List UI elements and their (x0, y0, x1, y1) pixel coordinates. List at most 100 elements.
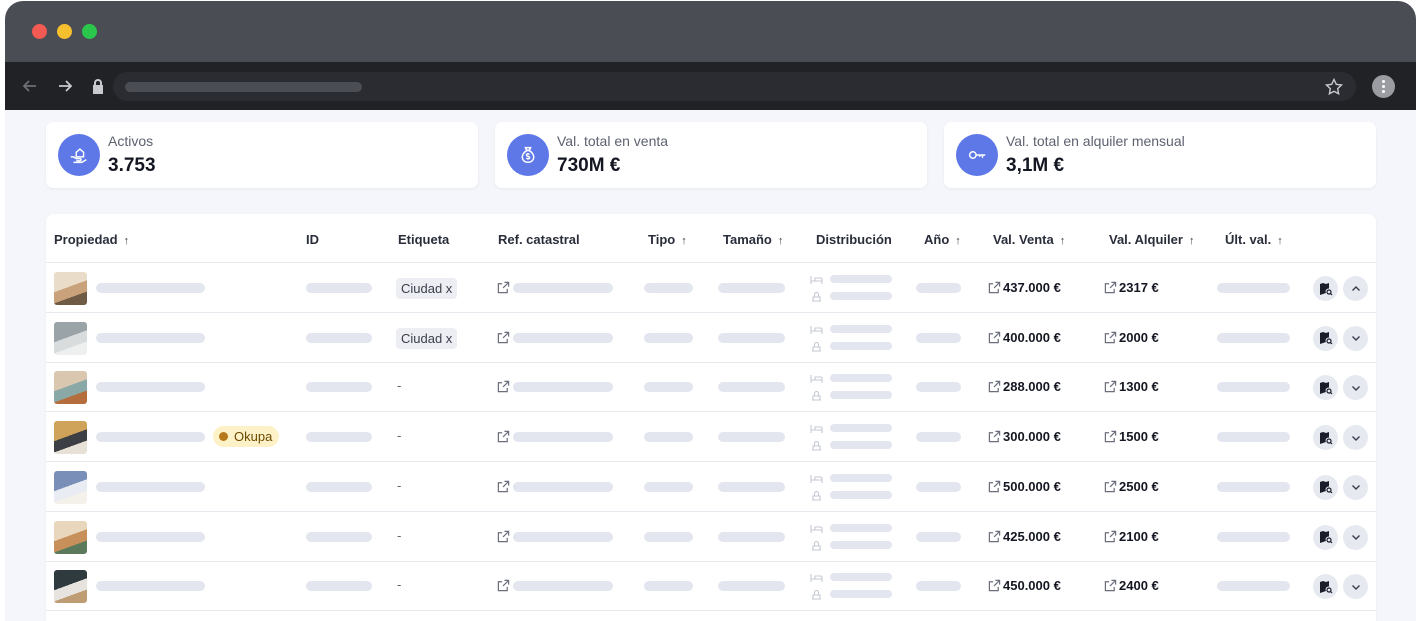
chevron-down-icon[interactable] (1343, 325, 1368, 351)
val-venta[interactable]: 500.000 € (988, 479, 1061, 494)
skeleton-ult-val (1217, 432, 1290, 443)
minimize-window-button[interactable] (57, 24, 72, 39)
map-search-button[interactable] (1313, 574, 1338, 600)
skeleton-tamano (718, 332, 785, 343)
val-alquiler-label: 1500 € (1119, 429, 1159, 445)
url-placeholder (125, 82, 362, 92)
chevron-down-icon[interactable] (1343, 574, 1368, 600)
val-alquiler[interactable]: 2400 € (1104, 578, 1159, 593)
browser-menu-button[interactable] (1372, 75, 1395, 98)
table-row[interactable]: Okupa - 300.000 € 1500 € (46, 412, 1376, 463)
skeleton-tipo (644, 332, 693, 343)
val-alquiler[interactable]: 2000 € (1104, 330, 1159, 345)
val-alquiler[interactable]: 2317 € (1104, 280, 1159, 295)
map-search-button[interactable] (1313, 425, 1338, 451)
header-ano[interactable]: Año ↑ (924, 232, 961, 247)
val-venta[interactable]: 425.000 € (988, 529, 1061, 544)
external-link-icon[interactable] (497, 281, 510, 294)
external-link-icon[interactable] (497, 380, 510, 393)
map-search-button[interactable] (1313, 524, 1338, 550)
skeleton-property-name (96, 531, 205, 542)
external-link-icon (1104, 380, 1117, 393)
bookmark-star-icon[interactable] (1324, 77, 1344, 97)
header-tipo[interactable]: Tipo ↑ (648, 232, 687, 247)
skeleton-rooms (830, 424, 892, 433)
kpi-card-alquiler: Val. total en alquiler mensual 3,1M € (944, 122, 1376, 188)
map-search-button[interactable] (1313, 276, 1338, 301)
maximize-window-button[interactable] (82, 24, 97, 39)
chevron-down-icon[interactable] (1343, 524, 1368, 550)
skeleton-baths (830, 341, 892, 350)
header-distribucion[interactable]: Distribución (816, 232, 892, 247)
kpi-value: 3.753 (108, 155, 156, 176)
kpi-label: Activos (108, 133, 154, 149)
external-link-icon[interactable] (497, 480, 510, 493)
val-venta[interactable]: 437.000 € (988, 280, 1061, 295)
table-row[interactable]: Ciudad x 437.000 € 2317 € (46, 263, 1376, 313)
close-window-button[interactable] (32, 24, 47, 39)
map-search-button[interactable] (1313, 325, 1338, 351)
chevron-down-icon[interactable] (1343, 474, 1368, 500)
bed-icon (810, 474, 823, 484)
chevron-up-icon[interactable] (1343, 276, 1368, 301)
val-alquiler[interactable]: 2500 € (1104, 479, 1159, 494)
header-ult-val[interactable]: Últ. val. ↑ (1225, 232, 1283, 247)
val-venta[interactable]: 288.000 € (988, 379, 1061, 394)
skeleton-property-name (96, 382, 205, 393)
map-search-button[interactable] (1313, 474, 1338, 500)
chevron-down-icon[interactable] (1343, 425, 1368, 451)
skeleton-tamano (718, 531, 785, 542)
val-alquiler[interactable]: 2100 € (1104, 529, 1159, 544)
header-etiqueta[interactable]: Etiqueta (398, 232, 449, 247)
external-link-icon (1104, 430, 1117, 443)
external-link-icon (988, 530, 1001, 543)
table-row[interactable]: Ciudad x 400.000 € 2000 € (46, 313, 1376, 363)
val-venta[interactable]: 300.000 € (988, 429, 1061, 444)
table-row[interactable]: - 288.000 € 1300 € (46, 362, 1376, 413)
val-alquiler[interactable]: 1300 € (1104, 379, 1159, 394)
val-alquiler[interactable]: 1500 € (1104, 429, 1159, 444)
skeleton-property-name (96, 283, 205, 293)
skeleton-rooms (830, 523, 892, 532)
val-venta-label: 288.000 € (1003, 379, 1061, 395)
tag-chip[interactable]: Ciudad x (396, 327, 458, 349)
header-val-alquiler[interactable]: Val. Alquiler ↑ (1109, 232, 1194, 247)
address-bar[interactable] (113, 72, 1356, 101)
tag-chip[interactable]: Ciudad x (396, 278, 458, 299)
tag-empty: - (397, 577, 402, 593)
chevron-down-icon[interactable] (1343, 375, 1368, 401)
property-photo (54, 470, 87, 504)
tag-empty: - (397, 378, 402, 394)
external-link-icon[interactable] (497, 579, 510, 592)
external-link-icon[interactable] (497, 530, 510, 543)
header-id[interactable]: ID (306, 232, 319, 247)
skeleton-ano (916, 481, 961, 492)
val-venta[interactable]: 450.000 € (988, 578, 1061, 593)
skeleton-ref-catastral (513, 481, 613, 492)
external-link-icon[interactable] (497, 430, 510, 443)
header-tamano[interactable]: Tamaño ↑ (723, 232, 783, 247)
skeleton-ano (916, 382, 961, 393)
skeleton-tamano (718, 581, 785, 592)
external-link-icon[interactable] (497, 331, 510, 344)
skeleton-ano (916, 581, 961, 592)
table-row[interactable]: - 500.000 € 2500 € (46, 462, 1376, 512)
sort-arrow-icon: ↑ (1277, 235, 1283, 247)
table-row[interactable]: - 450.000 € 2400 € (46, 561, 1376, 612)
back-arrow-icon[interactable] (20, 76, 40, 96)
map-search-button[interactable] (1313, 375, 1338, 401)
external-link-icon (1104, 331, 1117, 344)
header-ref-catastral[interactable]: Ref. catastral (498, 232, 580, 247)
sort-arrow-icon: ↑ (1059, 235, 1066, 247)
bed-icon (810, 325, 823, 335)
skeleton-tipo (644, 581, 693, 592)
forward-arrow-icon[interactable] (55, 76, 75, 96)
sort-arrow-icon: ↑ (955, 235, 961, 247)
header-propiedad[interactable]: Propiedad ↑ (54, 232, 129, 247)
val-alquiler-label: 2000 € (1119, 329, 1159, 345)
table-row[interactable]: - 425.000 € 2100 € (46, 512, 1376, 562)
skeleton-ult-val (1217, 581, 1290, 592)
header-val-venta[interactable]: Val. Venta ↑ (993, 232, 1065, 247)
lock-icon (88, 76, 108, 96)
val-venta[interactable]: 400.000 € (988, 330, 1061, 345)
